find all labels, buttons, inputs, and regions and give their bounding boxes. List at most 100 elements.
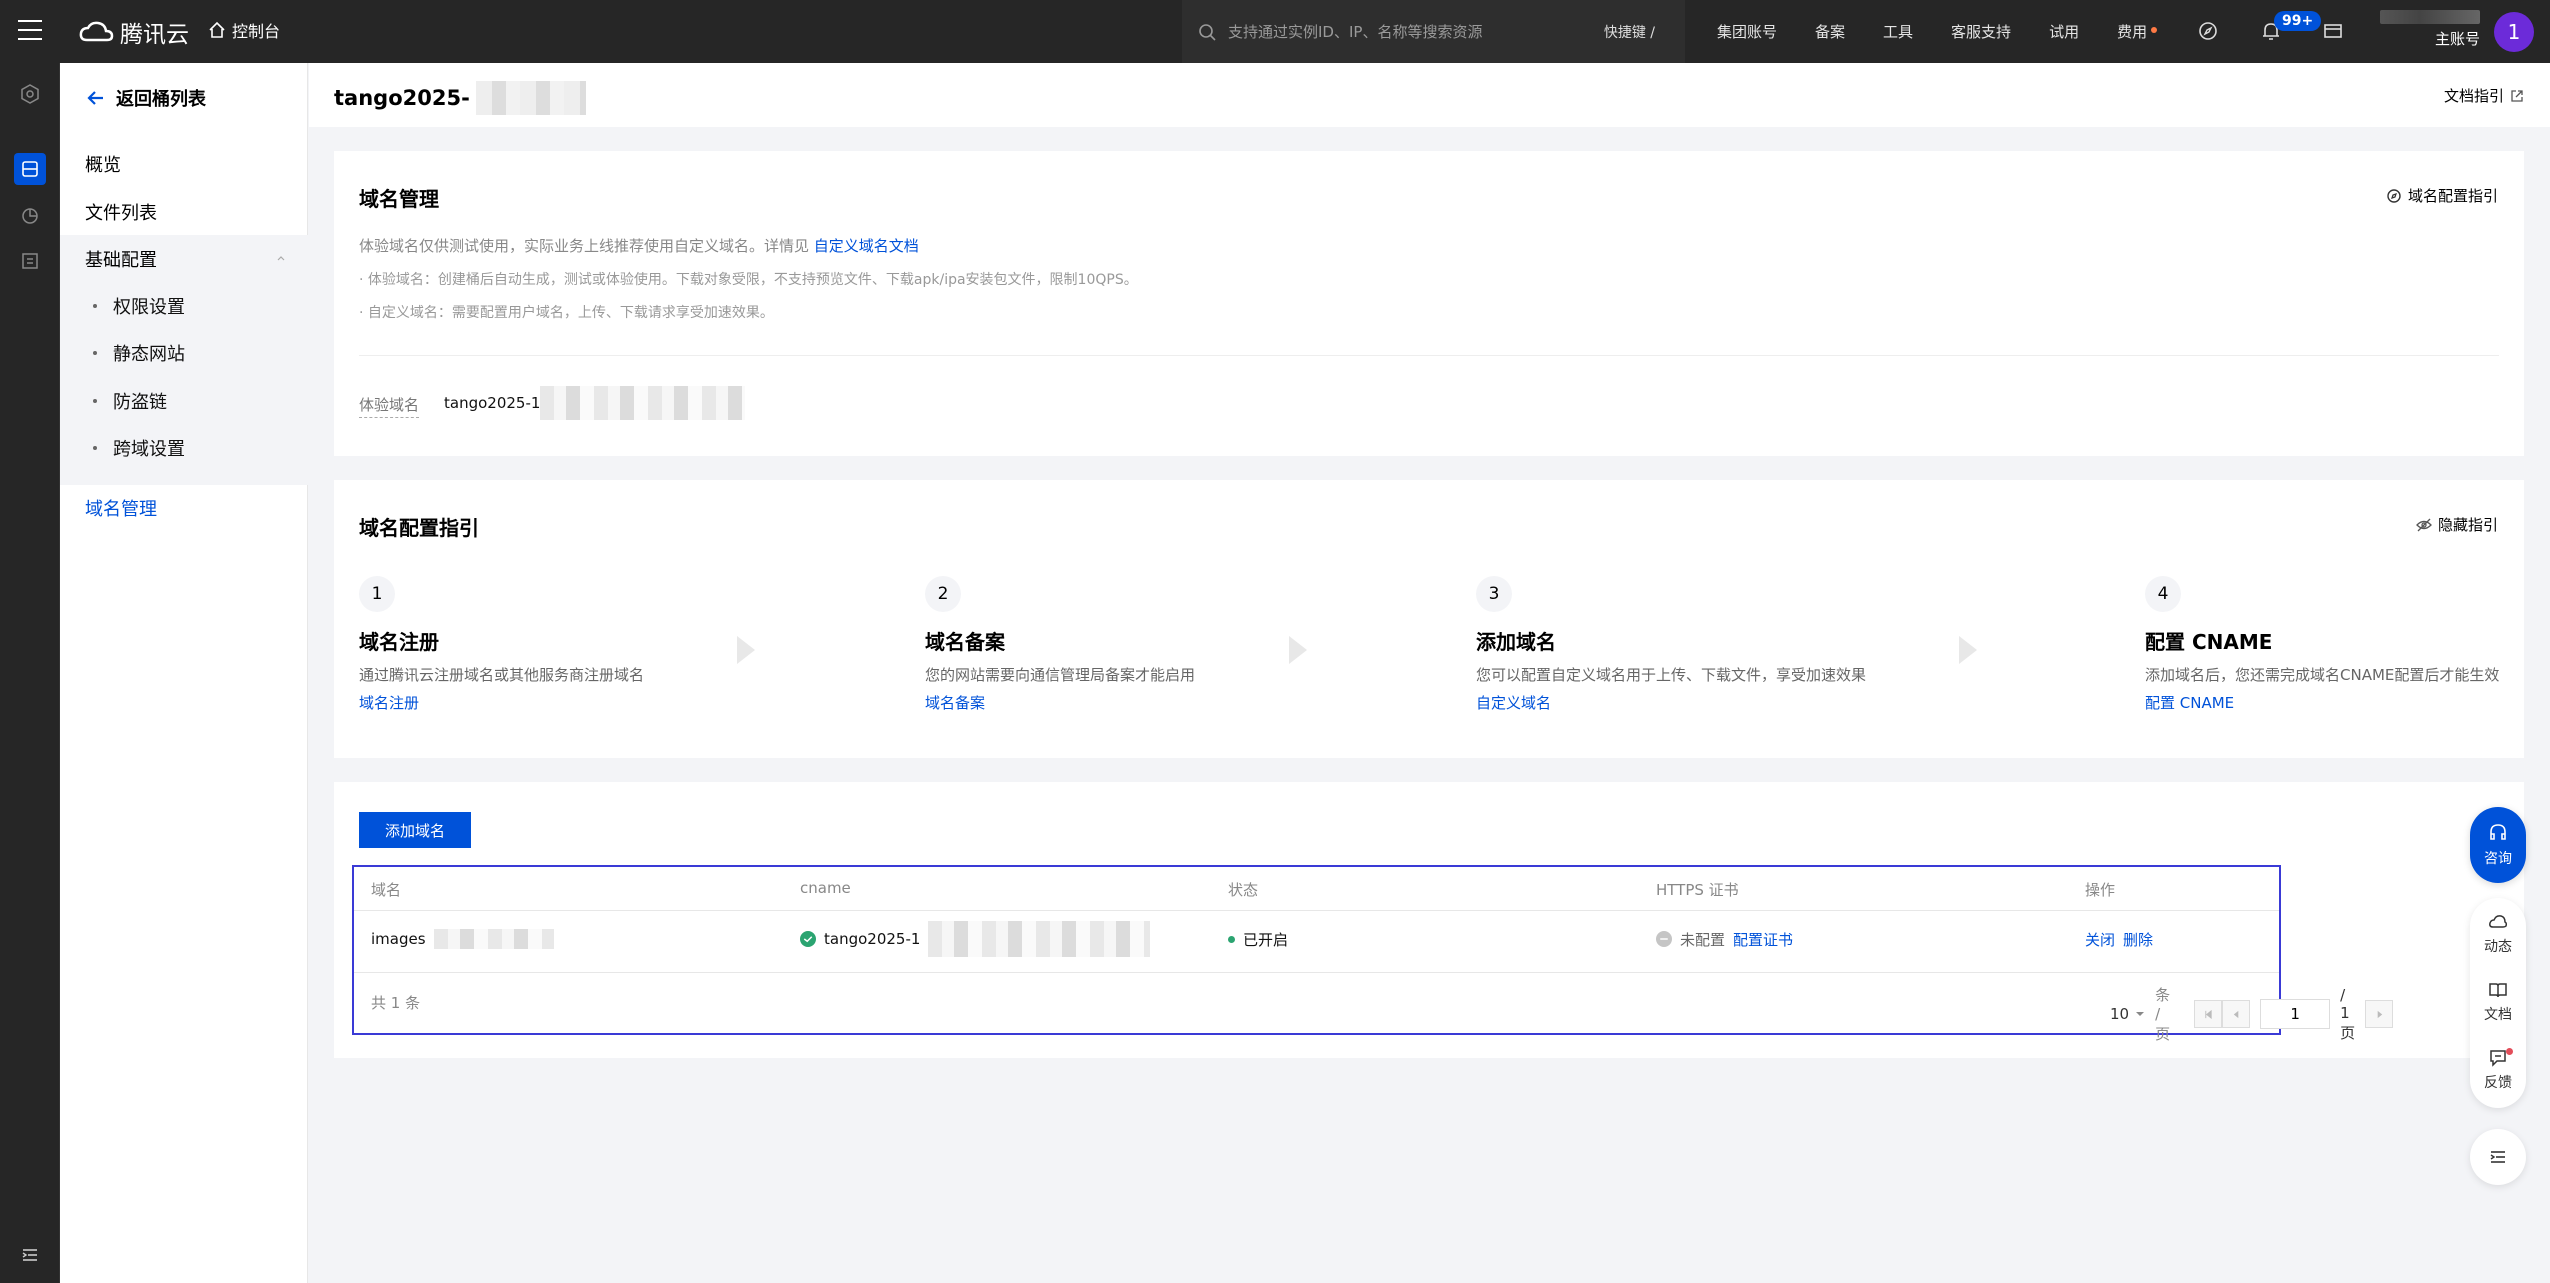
trial-domain-masked [540, 386, 746, 420]
account-name-masked [2380, 10, 2480, 24]
step-desc: 您的网站需要向通信管理局备案才能启用 [925, 666, 1196, 684]
guide-steps: 1 域名注册 通过腾讯云注册域名或其他服务商注册域名 域名注册 2 域名备案 您… [359, 576, 2499, 736]
back-to-buckets[interactable]: 返回桶列表 [86, 85, 206, 111]
domain-config-guide-link[interactable]: 域名配置指引 [2386, 185, 2498, 206]
doc-guide-link[interactable]: 文档指引 [2444, 85, 2524, 106]
external-link-icon [2511, 89, 2523, 102]
billing-card-icon[interactable] [2322, 20, 2344, 42]
nav-support[interactable]: 客服支持 [1951, 21, 2011, 42]
hide-guide-button[interactable]: 隐藏指引 [2416, 514, 2498, 535]
product-rail [0, 63, 60, 1283]
custom-domain-doc-link[interactable]: 自定义域名文档 [814, 237, 919, 255]
domain-table: 域名 cname 状态 HTTPS 证书 操作 images tango2025… [352, 865, 2394, 1043]
console-link[interactable]: 控制台 [208, 18, 280, 42]
submenu-hotlink[interactable]: 防盗链 [93, 388, 167, 414]
top-bar: 腾讯云 控制台 快捷键 / 集团账号 备案 工具 客服支持 试用 费用 99+ … [0, 0, 2550, 63]
add-domain-button[interactable]: 添加域名 [359, 812, 471, 848]
page-number-input[interactable] [2260, 999, 2331, 1029]
custom-domain-note: · 自定义域名：需要配置用户域名，上传、下载请求享受加速效果。 [359, 305, 774, 321]
bullet [93, 399, 97, 403]
caret-down-icon [2136, 1012, 2145, 1016]
step-link[interactable]: 域名注册 [359, 692, 419, 713]
col-status: 状态 [1228, 881, 1259, 899]
divider [354, 910, 2279, 911]
feedback-icon [2490, 1050, 2506, 1067]
bullet [93, 446, 97, 450]
menu-overview[interactable]: 概览 [85, 151, 121, 177]
configure-cert-link[interactable]: 配置证书 [1733, 929, 1793, 950]
minus-circle-icon [1656, 931, 1672, 947]
page-size-value: 10 [2110, 1005, 2130, 1023]
rail-chart-icon[interactable] [14, 200, 46, 232]
page-size-unit: 条 / 页 [2155, 986, 2171, 1043]
nav-trial[interactable]: 试用 [2049, 21, 2079, 42]
float-feedback[interactable]: 反馈 [2470, 1048, 2526, 1092]
eye-off-icon [2416, 518, 2432, 531]
step-title: 域名备案 [925, 630, 1005, 654]
rail-storage-icon[interactable] [14, 153, 46, 185]
nav-filing[interactable]: 备案 [1815, 21, 1845, 42]
divider [354, 972, 2279, 973]
book-icon [2489, 983, 2507, 998]
menu-domain-management[interactable]: 域名管理 [85, 495, 157, 521]
cloud-bell-icon [2489, 915, 2508, 928]
global-search[interactable]: 快捷键 / [1182, 0, 1685, 63]
submenu-cors[interactable]: 跨域设置 [93, 435, 185, 461]
nav-group-account[interactable]: 集团账号 [1717, 21, 1777, 42]
submenu-label: 跨域设置 [113, 439, 185, 460]
trial-domain-note: · 体验域名：创建桶后自动生成，测试或体验使用。下载对象受限，不支持预览文件、下… [359, 272, 1138, 288]
chevron-up-icon[interactable] [276, 253, 286, 263]
search-input[interactable] [1228, 22, 1588, 41]
close-domain-link[interactable]: 关闭 [2085, 929, 2115, 950]
arrow-right-icon [1289, 636, 1307, 664]
step-number: 3 [1476, 576, 1512, 612]
menu-file-list[interactable]: 文件列表 [85, 199, 157, 225]
step-link[interactable]: 配置 CNAME [2145, 692, 2234, 713]
cell-cname: tango2025-1 [800, 919, 1151, 959]
avatar[interactable]: 1 [2494, 12, 2534, 52]
total-count: 共 1 条 [371, 994, 421, 1012]
rail-list-icon[interactable] [14, 245, 46, 277]
submenu-static-site[interactable]: 静态网站 [93, 340, 185, 366]
delete-domain-link[interactable]: 删除 [2123, 929, 2153, 950]
menu-basic-config[interactable]: 基础配置 [85, 246, 157, 272]
step-number: 4 [2145, 576, 2181, 612]
brand-logo[interactable]: 腾讯云 [78, 16, 189, 48]
next-page-icon[interactable] [2365, 1000, 2394, 1028]
nav-tools[interactable]: 工具 [1883, 21, 1913, 42]
nav-billing[interactable]: 费用 [2117, 21, 2158, 42]
step-link[interactable]: 自定义域名 [1476, 692, 1551, 713]
guide-link-label: 域名配置指引 [2407, 187, 2498, 205]
rail-hexagon-icon[interactable] [14, 78, 46, 110]
compass-icon[interactable] [2197, 20, 2219, 42]
trial-domain-label: 体验域名 [359, 394, 420, 418]
trial-domain-text: tango2025-1 [444, 394, 541, 412]
page-size-select[interactable]: 10 [2110, 1005, 2145, 1023]
col-cname: cname [800, 879, 851, 897]
first-page-icon[interactable] [2194, 1000, 2223, 1028]
step-number: 1 [359, 576, 395, 612]
step-link[interactable]: 域名备案 [925, 692, 985, 713]
consult-button[interactable]: 咨询 [2470, 807, 2526, 883]
config-guide-card: 域名配置指引 隐藏指引 1 域名注册 通过腾讯云注册域名或其他服务商注册域名 域… [334, 480, 2524, 758]
nav-billing-label: 费用 [2117, 23, 2148, 41]
account-info[interactable]: 主账号 [2380, 10, 2480, 49]
domain-masked [433, 929, 554, 949]
float-news[interactable]: 动态 [2470, 912, 2526, 956]
rail-collapse-icon[interactable] [14, 1239, 46, 1271]
toc-button[interactable] [2470, 1129, 2526, 1185]
hide-guide-label: 隐藏指引 [2437, 516, 2498, 534]
arrow-right-icon [1959, 636, 1977, 664]
col-actions: 操作 [2085, 881, 2116, 899]
card-title: 域名配置指引 [359, 516, 479, 540]
card-title: 域名管理 [359, 187, 439, 211]
pagination: 10 条 / 页 / 1 页 [2110, 984, 2394, 1044]
headset-icon [2490, 824, 2506, 840]
intro-label: 体验域名仅供测试使用，实际业务上线推荐使用自定义域名。详情见 [359, 237, 810, 255]
notification-badge: 99+ [2274, 11, 2322, 31]
float-docs[interactable]: 文档 [2470, 980, 2526, 1024]
col-domain: 域名 [371, 881, 402, 899]
prev-page-icon[interactable] [2222, 1000, 2251, 1028]
submenu-permissions[interactable]: 权限设置 [93, 293, 185, 319]
hamburger-menu-icon[interactable] [18, 20, 42, 42]
